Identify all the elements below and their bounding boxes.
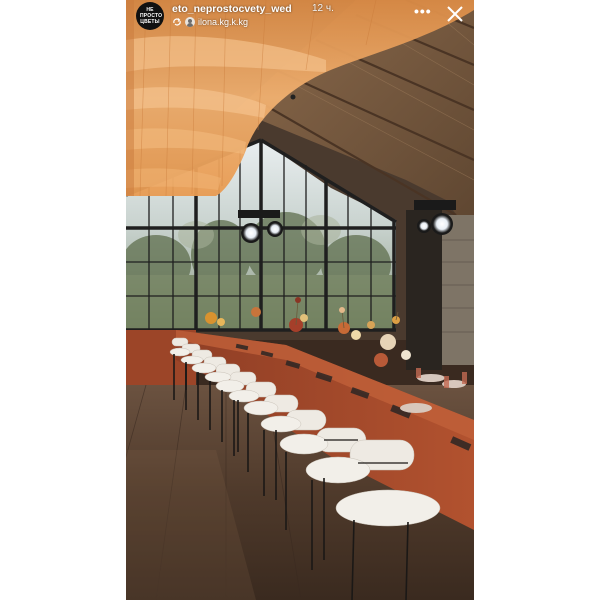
collab-icon (173, 18, 181, 26)
close-icon[interactable] (446, 5, 464, 23)
dark-column (406, 210, 442, 370)
collaborator-row[interactable]: ilona.kg.k.kg (172, 16, 248, 28)
account-avatar[interactable]: НЕ ПРОСТО ЦВЕТЫ (136, 2, 164, 30)
story-photo (126, 0, 474, 600)
account-username[interactable]: eto_neprostocvety_wed (172, 3, 292, 15)
avatar-logo-text: НЕ ПРОСТО ЦВЕТЫ (140, 7, 163, 25)
stone-wall (442, 215, 474, 365)
collaborator-name: ilona.kg.k.kg (198, 17, 249, 27)
more-icon[interactable]: ••• (414, 3, 432, 19)
post-age: 12 ч. (312, 3, 334, 14)
story-viewer[interactable]: НЕ ПРОСТО ЦВЕТЫ eto_neprostocvety_wed 12… (126, 0, 474, 600)
collaborator-avatar (185, 17, 195, 27)
story-header: НЕ ПРОСТО ЦВЕТЫ eto_neprostocvety_wed 12… (126, 0, 474, 40)
